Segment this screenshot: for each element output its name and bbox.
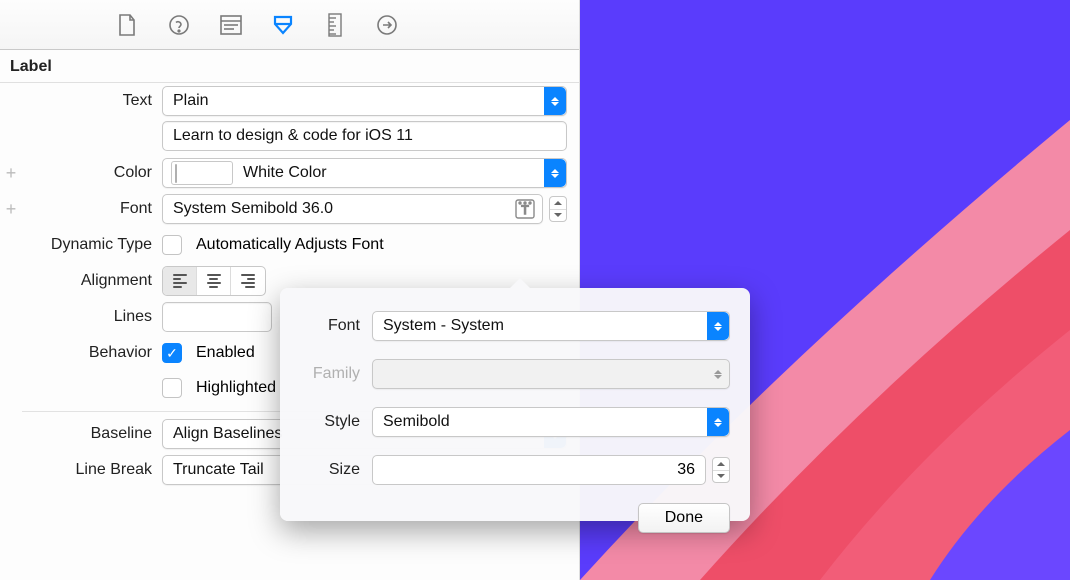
inspector-toolbar bbox=[0, 0, 579, 50]
text-value-field[interactable] bbox=[162, 121, 567, 151]
done-button[interactable]: Done bbox=[638, 503, 730, 533]
highlighted-checkbox[interactable] bbox=[162, 378, 182, 398]
popover-family-popup bbox=[372, 359, 730, 389]
align-right-button[interactable] bbox=[231, 267, 265, 295]
behavior-label: Behavior bbox=[22, 344, 162, 362]
font-popover: Font System - System Family Style Semibo… bbox=[280, 288, 750, 521]
attributes-inspector-icon[interactable] bbox=[268, 10, 298, 40]
lines-label: Lines bbox=[22, 308, 162, 326]
font-field[interactable]: System Semibold 36.0 T bbox=[162, 194, 543, 224]
text-style-value: Plain bbox=[163, 92, 544, 110]
font-value: System Semibold 36.0 bbox=[163, 200, 512, 218]
popover-style-label: Style bbox=[300, 413, 372, 431]
popover-size-label: Size bbox=[300, 461, 372, 479]
chevron-updown-icon bbox=[544, 87, 566, 115]
enabled-checkbox[interactable]: ✓ bbox=[162, 343, 182, 363]
linebreak-label: Line Break bbox=[22, 461, 162, 479]
dynamic-type-check-label: Automatically Adjusts Font bbox=[196, 236, 384, 254]
file-inspector-icon[interactable] bbox=[112, 10, 142, 40]
size-inspector-icon[interactable] bbox=[320, 10, 350, 40]
chevron-updown-icon bbox=[707, 360, 729, 388]
help-inspector-icon[interactable] bbox=[164, 10, 194, 40]
popover-style-popup[interactable]: Semibold bbox=[372, 407, 730, 437]
color-name: White Color bbox=[233, 164, 544, 182]
color-popup[interactable]: White Color bbox=[162, 158, 567, 188]
popover-family-label: Family bbox=[300, 365, 372, 383]
dynamic-type-checkbox[interactable] bbox=[162, 235, 182, 255]
svg-text:T: T bbox=[521, 203, 529, 217]
dynamic-type-label: Dynamic Type bbox=[22, 236, 162, 254]
chevron-updown-icon bbox=[707, 408, 729, 436]
font-label: Font bbox=[22, 200, 162, 218]
color-label: Color bbox=[22, 164, 162, 182]
popover-font-label: Font bbox=[300, 317, 372, 335]
text-style-popup[interactable]: Plain bbox=[162, 86, 567, 116]
popover-font-value: System - System bbox=[373, 317, 707, 335]
chevron-updown-icon bbox=[544, 159, 566, 187]
font-picker-icon[interactable]: T bbox=[512, 196, 538, 222]
popover-style-value: Semibold bbox=[373, 413, 707, 431]
alignment-label: Alignment bbox=[22, 272, 162, 290]
color-swatch bbox=[171, 161, 233, 185]
highlighted-check-label: Highlighted bbox=[196, 379, 276, 397]
section-header-label: Label bbox=[0, 50, 579, 83]
chevron-updown-icon bbox=[707, 312, 729, 340]
add-property-button[interactable]: + bbox=[0, 163, 22, 184]
popover-font-popup[interactable]: System - System bbox=[372, 311, 730, 341]
popover-size-stepper[interactable] bbox=[712, 457, 730, 483]
enabled-check-label: Enabled bbox=[196, 344, 255, 362]
lines-field[interactable] bbox=[162, 302, 272, 332]
align-center-button[interactable] bbox=[197, 267, 231, 295]
text-label: Text bbox=[22, 92, 162, 110]
add-property-button[interactable]: + bbox=[0, 199, 22, 220]
font-stepper[interactable] bbox=[549, 196, 567, 222]
connections-inspector-icon[interactable] bbox=[372, 10, 402, 40]
identity-inspector-icon[interactable] bbox=[216, 10, 246, 40]
alignment-segmented[interactable] bbox=[162, 266, 266, 296]
align-left-button[interactable] bbox=[163, 267, 197, 295]
popover-size-field[interactable] bbox=[372, 455, 706, 485]
baseline-label: Baseline bbox=[22, 425, 162, 443]
